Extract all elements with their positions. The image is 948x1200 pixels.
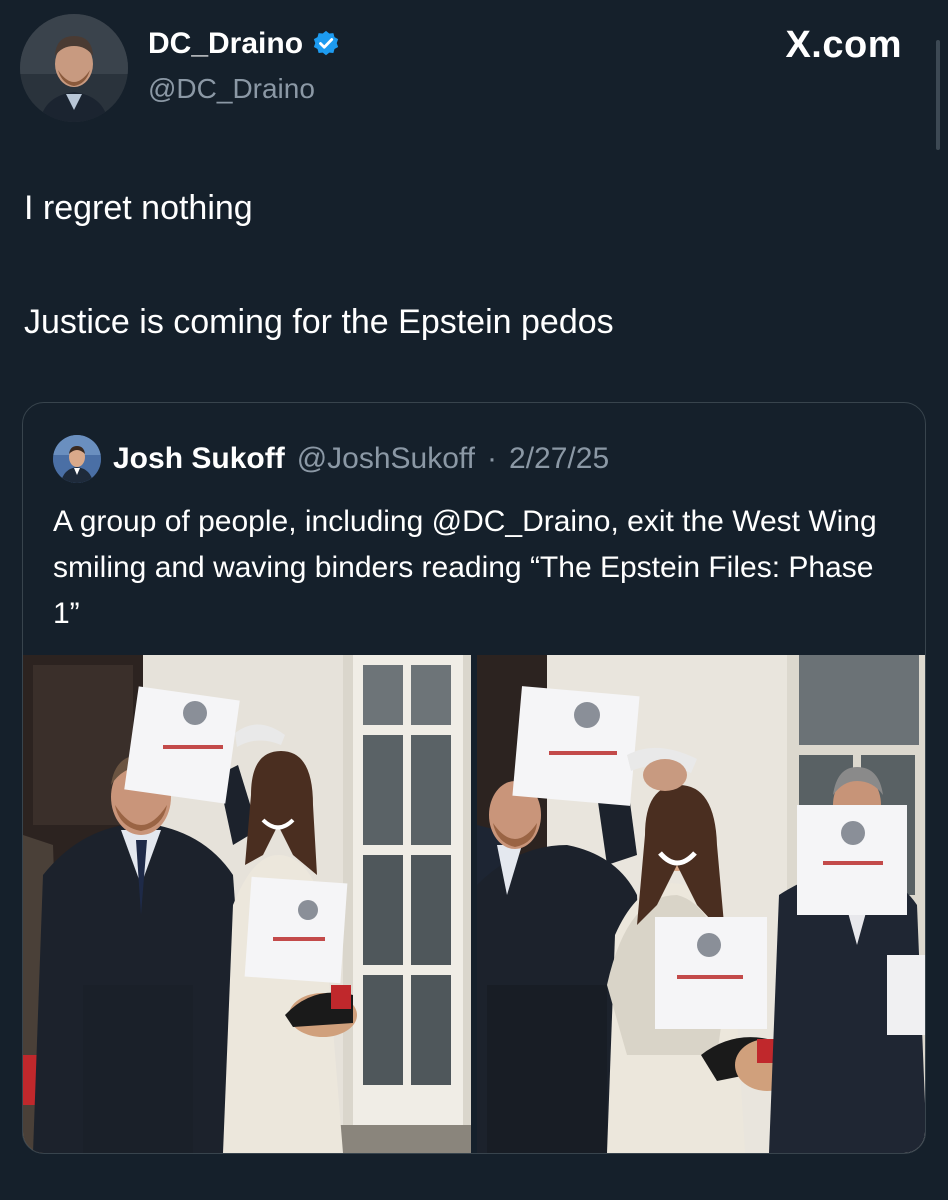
mention-link[interactable]: @DC_Draino [432, 505, 611, 538]
quoted-text-start: A group of people, including [53, 505, 432, 538]
quoted-tweet-text: A group of people, including @DC_Draino,… [53, 499, 903, 637]
dot-separator: · [487, 442, 498, 475]
author-handle[interactable]: @DC_Draino [148, 70, 315, 108]
tweet-header: DC_Draino @DC_Draino X.com [0, 0, 948, 150]
quoted-photo-1[interactable] [23, 655, 471, 1153]
x-watermark: X.com [785, 24, 902, 66]
author-name-row: DC_Draino [148, 24, 341, 64]
quoted-tweet-date[interactable]: 2/27/25 [509, 442, 609, 476]
tweet-text-line-2: Justice is coming for the Epstein pedos [24, 303, 614, 341]
quoted-tweet-card[interactable]: Josh Sukoff @JoshSukoff · 2/27/25 A grou… [22, 402, 926, 1154]
quoted-author-avatar[interactable] [53, 435, 101, 483]
author-display-name[interactable]: DC_Draino [148, 24, 303, 64]
tweet-text-line-1: I regret nothing [24, 189, 253, 227]
author-avatar[interactable] [20, 14, 128, 122]
quoted-tweet-header: Josh Sukoff @JoshSukoff · 2/27/25 [53, 433, 609, 485]
quoted-photo-2[interactable] [477, 655, 925, 1153]
verified-badge-icon [311, 29, 341, 59]
quoted-author-name[interactable]: Josh Sukoff [113, 442, 285, 476]
scrollbar[interactable] [936, 40, 940, 150]
tweet-screenshot: DC_Draino @DC_Draino X.com I regret noth… [0, 0, 948, 1200]
quoted-author-handle[interactable]: @JoshSukoff [297, 442, 475, 476]
